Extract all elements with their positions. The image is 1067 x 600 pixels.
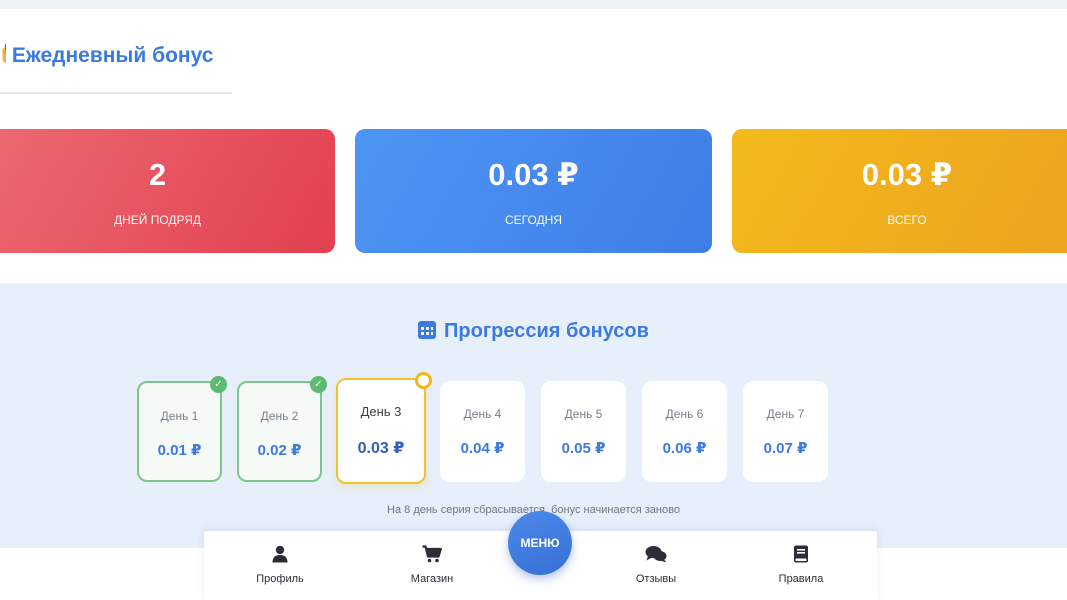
gift-icon: 🎁 [0, 44, 6, 68]
streak-label: ДНЕЙ ПОДРЯД [113, 213, 202, 227]
check-icon: ✓ [210, 376, 227, 393]
nav-rules-label: Правила [778, 573, 824, 585]
day-name: День 6 [665, 407, 704, 421]
progression-title-text: Прогрессия бонусов [444, 320, 649, 342]
book-icon [794, 545, 808, 563]
section-title: 🎁 Ежедневный бонус [0, 44, 213, 68]
section-title-text: Ежедневный бонус [11, 44, 214, 67]
day-card-4: День 4 0.04 ₽ [440, 381, 525, 482]
day-card-1: ✓ День 1 0.01 ₽ [137, 376, 227, 482]
day-amount: 0.05 ₽ [561, 440, 606, 457]
today-card: 0.03 ₽ СЕГОДНЯ [355, 129, 712, 253]
streak-card: 2 ДНЕЙ ПОДРЯД [0, 129, 335, 253]
day-name: День 5 [564, 407, 603, 421]
day-amount: 0.07 ₽ [763, 440, 808, 457]
day-amount: 0.02 ₽ [257, 442, 302, 459]
nav-reviews[interactable]: Отзывы [596, 531, 716, 600]
nav-shop-label: Магазин [410, 573, 454, 585]
today-label: СЕГОДНЯ [504, 213, 563, 227]
nav-profile[interactable]: Профиль [220, 531, 340, 600]
title-underline [0, 92, 232, 94]
day-name: День 2 [260, 409, 299, 423]
day-name: День 7 [766, 407, 805, 421]
day-amount: 0.01 ₽ [157, 442, 202, 459]
comments-icon [645, 546, 667, 563]
day-amount: 0.04 ₽ [460, 440, 505, 457]
streak-value: 2 [148, 157, 167, 192]
calendar-icon [418, 321, 437, 339]
day-amount: 0.03 ₽ [357, 440, 405, 457]
progression-title: Прогрессия бонусов [0, 320, 1067, 343]
day-card-7: День 7 0.07 ₽ [743, 381, 828, 482]
cart-icon [422, 545, 442, 563]
total-value: 0.03 ₽ [861, 157, 953, 192]
bonus-progression-panel: Прогрессия бонусов ✓ День 1 0.01 ₽ ✓ Ден… [0, 283, 1067, 548]
nav-shop[interactable]: Магазин [372, 531, 492, 600]
menu-button[interactable]: МЕНЮ [508, 511, 572, 575]
top-strip [0, 0, 1067, 9]
day-name: День 3 [360, 404, 402, 419]
day-card-5: День 5 0.05 ₽ [541, 381, 626, 482]
nav-profile-label: Профиль [256, 573, 304, 585]
total-card: 0.03 ₽ ВСЕГО [732, 129, 1067, 253]
daily-bonus-page: 🎁 Ежедневный бонус 2 ДНЕЙ ПОДРЯД 0.03 ₽ … [0, 0, 1067, 600]
user-icon [272, 545, 288, 563]
day-amount: 0.06 ₽ [662, 440, 707, 457]
day-card-2: ✓ День 2 0.02 ₽ [237, 376, 327, 482]
nav-reviews-label: Отзывы [635, 573, 677, 585]
total-label: ВСЕГО [887, 213, 927, 227]
day-card-6: День 6 0.06 ₽ [642, 381, 727, 482]
nav-rules[interactable]: Правила [741, 531, 861, 600]
check-icon: ✓ [310, 376, 327, 393]
day-name: День 1 [160, 409, 199, 423]
day-card-3: День 3 0.03 ₽ [336, 372, 432, 484]
today-value: 0.03 ₽ [488, 157, 579, 192]
current-day-ring-icon [415, 372, 432, 389]
day-name: День 4 [463, 407, 502, 421]
